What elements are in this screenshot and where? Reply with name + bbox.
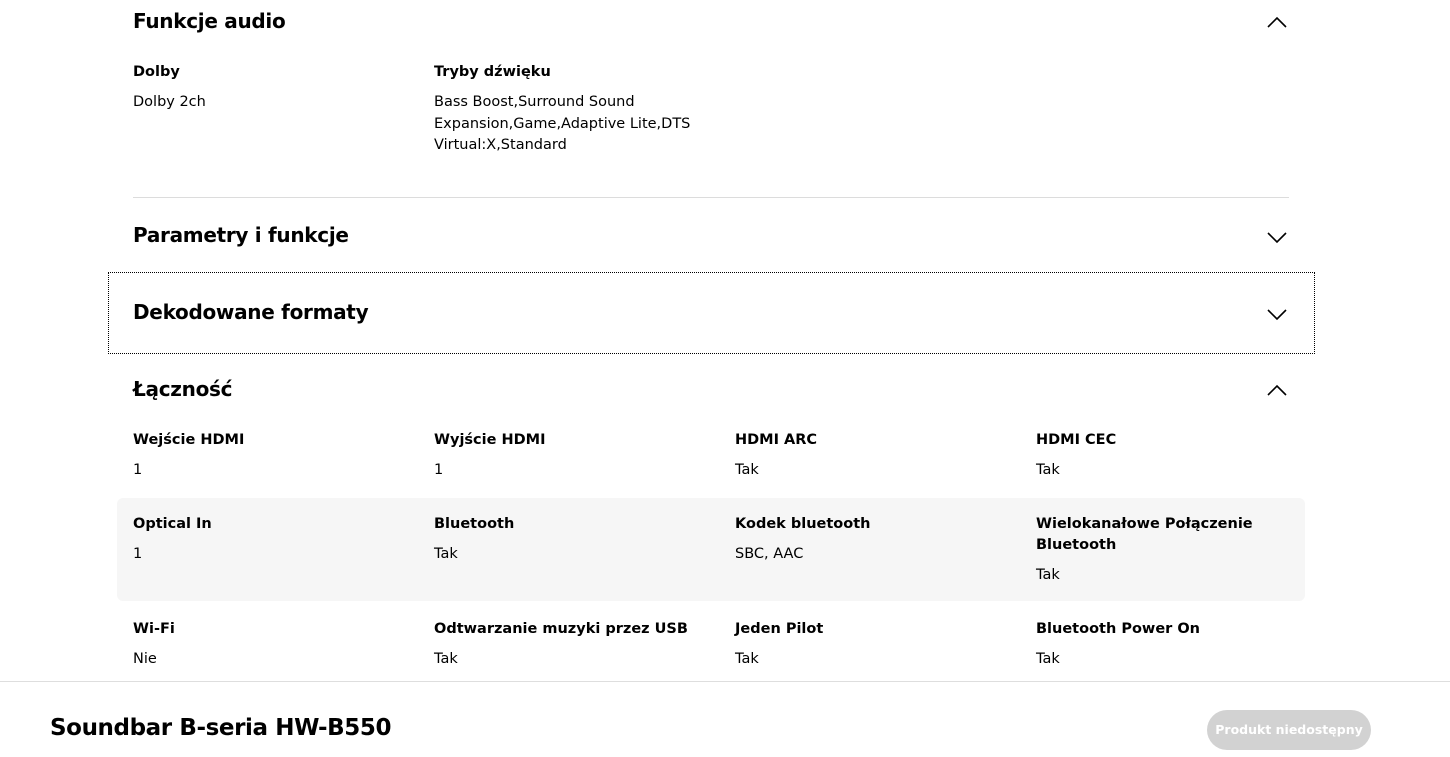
spec-value: Tak: [434, 546, 458, 562]
spec-value-line: Expansion,Game,Adaptive Lite,DTS: [434, 115, 691, 132]
spec-label: HDMI CEC: [1036, 432, 1117, 448]
spec-value: Tak: [735, 651, 759, 667]
spec-value-line: Bass Boost,Surround Sound: [434, 94, 635, 110]
spec-cell: Jeden Pilot Tak: [735, 619, 1005, 671]
spec-label: Jeden Pilot: [735, 621, 824, 637]
spec-value: Tak: [1036, 462, 1060, 478]
spec-value: 1: [133, 546, 143, 562]
section-title-params[interactable]: Parametry i funkcje: [133, 223, 349, 247]
spec-cell: Wielokanałowe Połączenie Bluetooth Tak: [1036, 514, 1306, 587]
spec-value-dolby: Dolby 2ch: [133, 94, 206, 110]
spec-value: Tak: [434, 651, 458, 667]
spec-cell: HDMI CEC Tak: [1036, 430, 1306, 482]
chevron-down-icon[interactable]: [1266, 307, 1288, 321]
spec-value: SBC, AAC: [735, 546, 804, 562]
spec-value-line: Virtual:X,Standard: [434, 137, 567, 153]
spec-page: Funkcje audio Dolby Dolby 2ch Tryby dźwi…: [0, 0, 1450, 757]
spec-cell: Wyjście HDMI 1: [434, 430, 704, 482]
section-title-audio[interactable]: Funkcje audio: [133, 9, 286, 33]
spec-value: Tak: [1036, 651, 1060, 667]
spec-cell: HDMI ARC Tak: [735, 430, 1005, 482]
section-title-formats[interactable]: Dekodowane formaty: [133, 300, 369, 324]
chevron-down-icon[interactable]: [1266, 230, 1288, 244]
spec-cell: Optical In 1: [133, 514, 403, 566]
section-divider: [133, 197, 1289, 198]
spec-value: Tak: [1036, 567, 1060, 583]
spec-value: Tak: [735, 462, 759, 478]
spec-label: Optical In: [133, 516, 212, 532]
spec-cell: Kodek bluetooth SBC, AAC: [735, 514, 1005, 566]
spec-label: Bluetooth Power On: [1036, 621, 1201, 637]
spec-label-dolby: Dolby: [133, 64, 180, 80]
spec-label: Wi-Fi: [133, 621, 175, 637]
spec-cell: Bluetooth Tak: [434, 514, 704, 566]
spec-value: 1: [133, 462, 143, 478]
spec-label-sound-modes: Tryby dźwięku: [434, 64, 551, 80]
spec-cell: Odtwarzanie muzyki przez USB Tak: [434, 619, 704, 671]
sticky-purchase-bar: Soundbar B-seria HW-B550 Produkt niedost…: [0, 681, 1450, 757]
spec-cell: Bluetooth Power On Tak: [1036, 619, 1306, 671]
chevron-up-icon[interactable]: [1266, 383, 1288, 397]
product-unavailable-button[interactable]: Produkt niedostępny: [1207, 710, 1371, 750]
spec-value-sound-modes: Bass Boost,Surround Sound Expansion,Game…: [434, 92, 734, 157]
spec-label: Wejście HDMI: [133, 432, 245, 448]
chevron-up-icon[interactable]: [1266, 15, 1288, 29]
spec-label: Bluetooth: [434, 516, 515, 532]
product-name: Soundbar B-seria HW-B550: [50, 715, 392, 741]
section-title-connectivity[interactable]: Łączność: [133, 377, 232, 401]
spec-value: Nie: [133, 651, 157, 667]
spec-label: Kodek bluetooth: [735, 516, 871, 532]
spec-label: Wyjście HDMI: [434, 432, 546, 448]
spec-label: HDMI ARC: [735, 432, 818, 448]
spec-label-line: Bluetooth: [1036, 537, 1117, 553]
spec-label-line: Wielokanałowe Połączenie: [1036, 516, 1253, 532]
spec-cell: Wejście HDMI 1: [133, 430, 403, 482]
spec-label: Odtwarzanie muzyki przez USB: [434, 621, 688, 637]
spec-value: 1: [434, 462, 444, 478]
spec-cell: Wi-Fi Nie: [133, 619, 403, 671]
